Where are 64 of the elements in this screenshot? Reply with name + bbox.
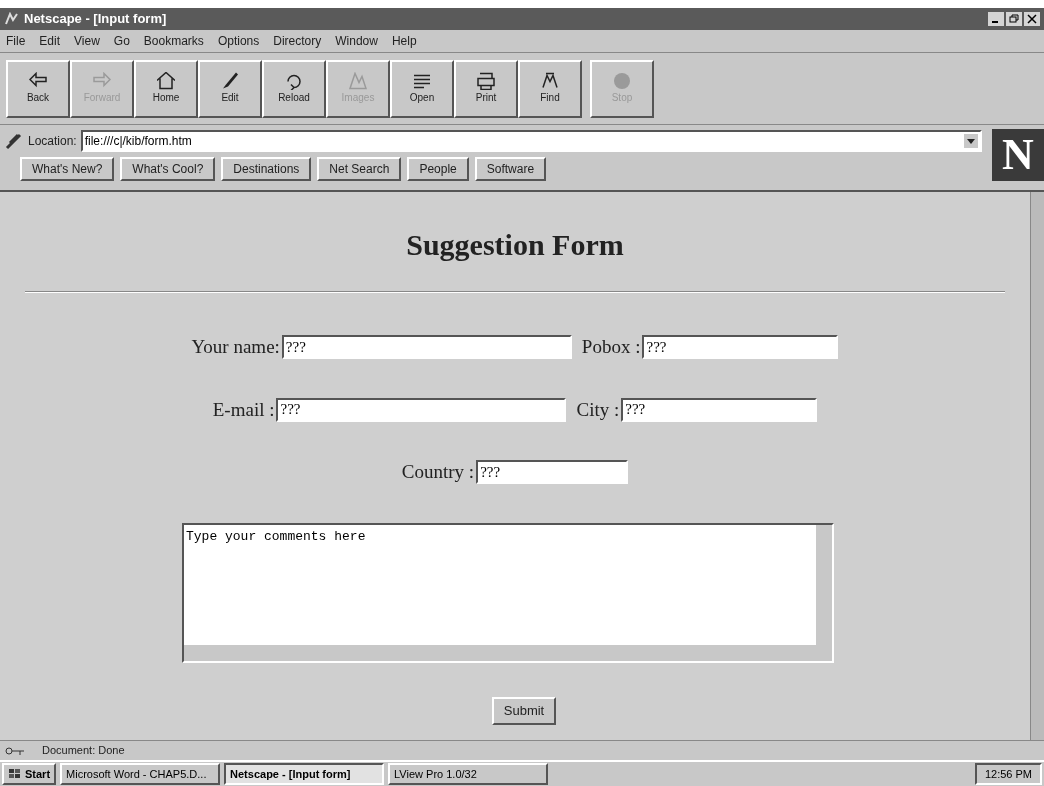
- home-icon: [157, 72, 175, 90]
- text-field[interactable]: ???: [642, 335, 839, 360]
- toolbar-button[interactable]: Open: [390, 59, 454, 118]
- field-label: E-mail :: [212, 397, 275, 422]
- location-label: Location:: [28, 133, 77, 150]
- clock: 12:56 PM: [974, 763, 1042, 785]
- menu-item[interactable]: Directory: [273, 32, 322, 50]
- field-label: Pobox :: [581, 335, 641, 359]
- submit-button[interactable]: Submit: [491, 696, 557, 725]
- print-icon: [477, 72, 495, 90]
- location-field[interactable]: file:///c|/kib/form.htm: [80, 130, 982, 152]
- app-icon: [4, 12, 20, 26]
- start-button[interactable]: Start: [2, 763, 57, 785]
- field-label: Country :: [401, 460, 475, 484]
- menu-item[interactable]: Help: [391, 32, 417, 50]
- horizontal-scrollbar[interactable]: [184, 644, 832, 661]
- directory-button[interactable]: Destinations: [221, 157, 312, 181]
- toolbar-button[interactable]: Print: [454, 59, 518, 118]
- menu-item[interactable]: Go: [113, 32, 130, 50]
- reload-icon: [285, 72, 303, 90]
- minimize-icon[interactable]: [988, 12, 1004, 26]
- toolbar-button[interactable]: Back: [6, 59, 70, 118]
- taskbar-button[interactable]: Netscape - [Input form]: [224, 763, 385, 785]
- forward-icon: [93, 72, 111, 90]
- netscape-logo: N: [992, 129, 1044, 181]
- menu-item[interactable]: Window: [335, 32, 378, 50]
- directory-button[interactable]: People: [407, 157, 469, 181]
- close-icon[interactable]: [1024, 12, 1040, 26]
- comments-text: Type your comments here: [185, 527, 367, 546]
- page-scrollbar[interactable]: [1030, 192, 1044, 740]
- text-field[interactable]: ???: [281, 335, 572, 360]
- menu-item[interactable]: File: [6, 32, 26, 50]
- toolbar-button[interactable]: Reload: [262, 59, 326, 118]
- field-label: City :: [576, 397, 620, 422]
- back-icon: [29, 72, 47, 90]
- taskbar-button[interactable]: LView Pro 1.0/32: [388, 763, 549, 785]
- open-icon: [413, 72, 431, 90]
- menu-item[interactable]: Edit: [39, 32, 61, 50]
- menu-item[interactable]: Options: [217, 32, 260, 50]
- status-text: Document: Done: [42, 743, 125, 759]
- stop-icon: [613, 72, 631, 90]
- windows-logo-icon: [8, 768, 22, 780]
- edit-icon: [221, 72, 239, 90]
- find-icon: [541, 72, 559, 90]
- toolbar-button[interactable]: Edit: [198, 59, 262, 118]
- text-field[interactable]: ???: [276, 397, 567, 422]
- restore-icon[interactable]: [1006, 12, 1022, 26]
- taskbar-button[interactable]: Microsoft Word - CHAP5.D...: [60, 763, 221, 785]
- vertical-scrollbar[interactable]: [816, 524, 832, 645]
- window-title: Netscape - [Input form]: [24, 10, 168, 29]
- directory-button[interactable]: Software: [474, 157, 547, 181]
- directory-button[interactable]: What's New?: [20, 157, 115, 181]
- menu-item[interactable]: Bookmarks: [143, 32, 204, 50]
- toolbar-button[interactable]: Find: [518, 59, 582, 118]
- comments-field[interactable]: Type your comments here: [182, 522, 834, 663]
- directory-button[interactable]: Net Search: [317, 157, 402, 181]
- toolbar-button[interactable]: Home: [134, 59, 198, 118]
- text-field[interactable]: ???: [476, 460, 629, 485]
- images-icon: [349, 72, 367, 90]
- directory-button[interactable]: What's Cool?: [120, 157, 216, 181]
- menu-item[interactable]: View: [74, 32, 100, 50]
- page-heading: Suggestion Form: [406, 227, 624, 263]
- field-label: Your name:: [191, 335, 280, 359]
- text-field[interactable]: ???: [621, 397, 818, 422]
